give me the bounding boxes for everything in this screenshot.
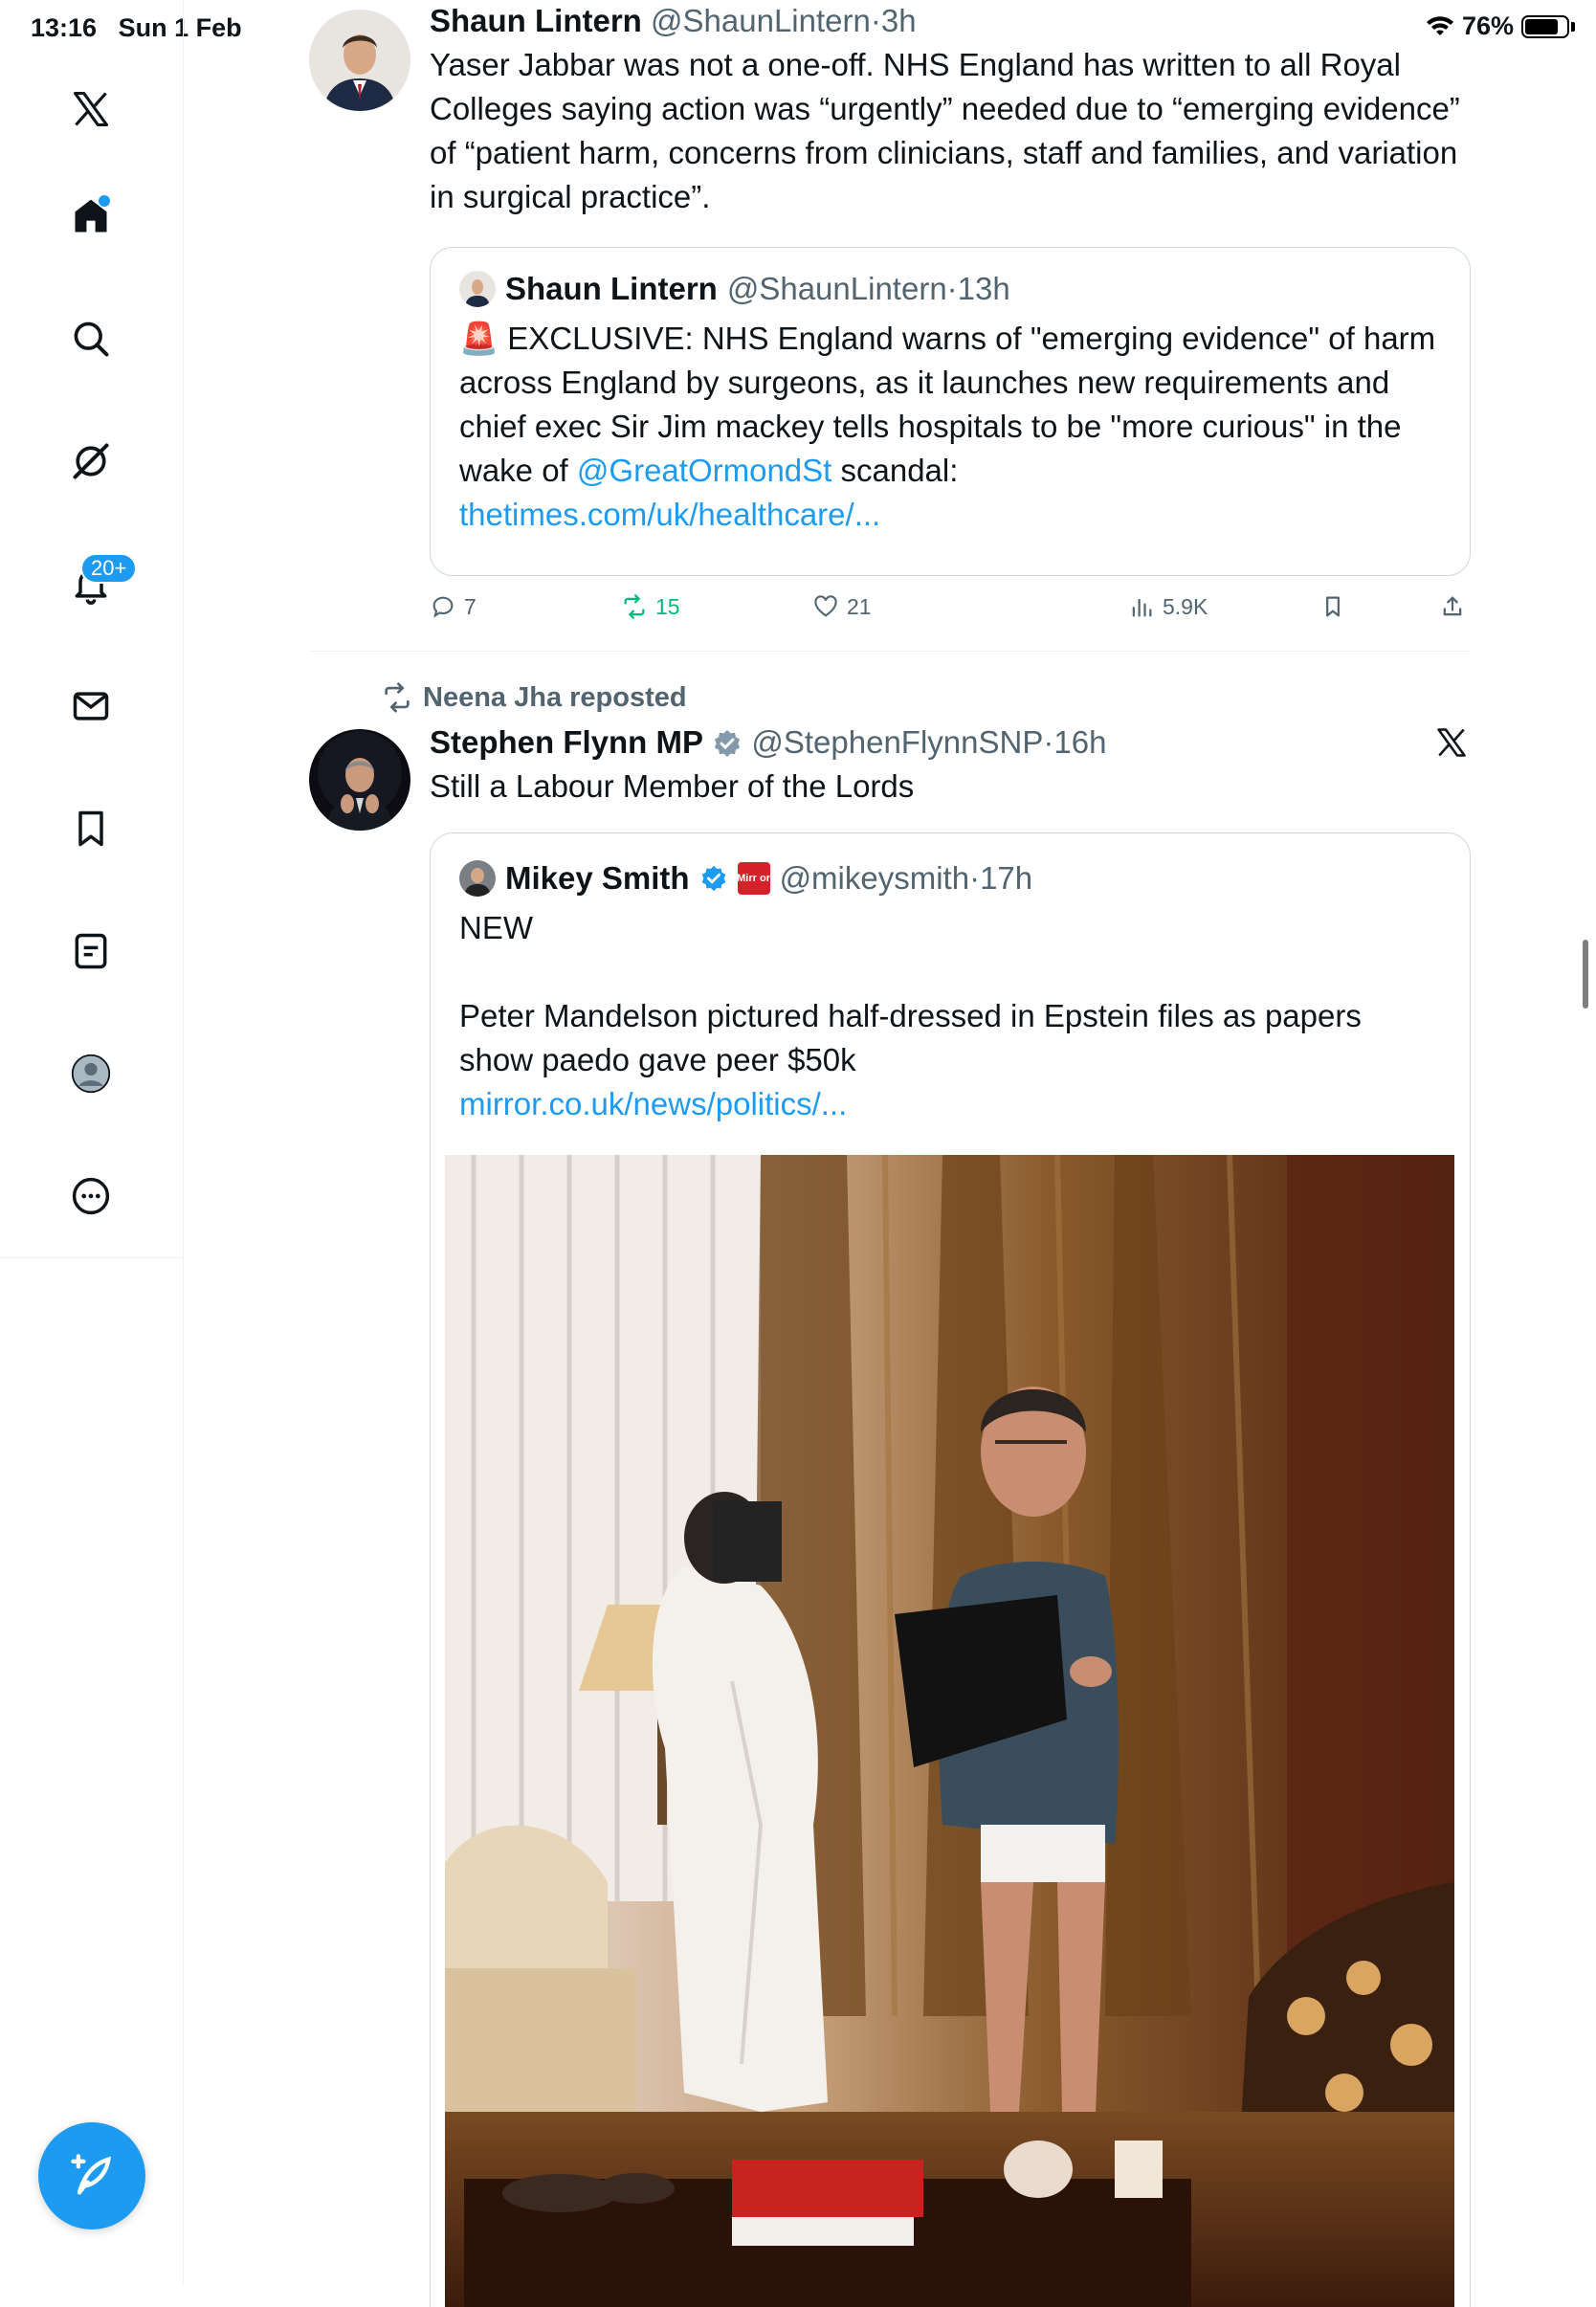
tweet-time[interactable]: 16h — [1053, 724, 1106, 760]
quoted-author-avatar — [459, 860, 496, 897]
heart-icon — [814, 595, 837, 617]
lists-icon[interactable] — [64, 924, 118, 978]
repost-icon — [624, 594, 645, 619]
tweet-text: Yaser Jabbar was not a one-off. NHS Engl… — [430, 47, 1460, 214]
quoted-tweet[interactable]: Shaun Lintern @ShaunLintern·13h 🚨 EXCLUS… — [430, 247, 1471, 576]
compose-post-button[interactable] — [38, 2122, 145, 2229]
quoted-tweet-time: 17h — [980, 860, 1033, 896]
views-count: 5.9K — [1163, 593, 1208, 619]
search-icon[interactable] — [64, 312, 118, 366]
author-name[interactable]: Shaun Lintern — [430, 3, 642, 38]
messages-envelope-icon[interactable] — [64, 679, 118, 733]
more-options-icon[interactable] — [64, 1169, 118, 1223]
profile-avatar-icon[interactable] — [64, 1047, 118, 1100]
x-logo-icon[interactable] — [64, 82, 118, 136]
bookmarks-icon[interactable] — [64, 802, 118, 855]
author-handle[interactable]: @ShaunLintern — [651, 3, 871, 38]
article-link[interactable]: mirror.co.uk/news/politics/... — [459, 1082, 1441, 1126]
reply-icon — [432, 596, 454, 618]
home-icon[interactable] — [64, 189, 118, 243]
bookmark-icon — [1326, 596, 1340, 617]
compose-feather-icon — [71, 2154, 111, 2195]
quoted-tweet-header: Shaun Lintern @ShaunLintern·13h — [459, 271, 1441, 307]
quoted-tweet-time: 13h — [957, 271, 1010, 306]
sidebar: 20+ — [0, 0, 184, 2285]
x-source-icon — [1434, 725, 1469, 765]
tweet-text: Still a Labour Member of the Lords — [430, 768, 915, 804]
repost-count: 15 — [655, 593, 680, 619]
repost-context[interactable]: Neena Jha reposted — [381, 681, 687, 714]
reply-count: 7 — [464, 593, 477, 619]
author-avatar[interactable] — [309, 729, 410, 831]
grok-icon[interactable] — [64, 434, 118, 488]
like-count: 21 — [847, 593, 872, 619]
repost-button[interactable]: 15 — [621, 593, 680, 620]
views-button[interactable]: 5.9K — [1128, 593, 1208, 620]
verified-badge-icon — [715, 730, 741, 757]
author-name[interactable]: Stephen Flynn MP — [430, 724, 703, 760]
quoted-author-name: Mikey Smith — [505, 860, 690, 896]
like-button[interactable]: 21 — [812, 593, 872, 620]
quoted-author-handle: @ShaunLintern — [726, 271, 947, 306]
quoted-tweet-text: Peter Mandelson pictured half-dressed in… — [459, 998, 1362, 1077]
article-link[interactable]: thetimes.com/uk/healthcare/... — [459, 497, 880, 532]
quoted-author-avatar — [459, 271, 496, 307]
tweet[interactable]: Shaun Lintern @ShaunLintern·3h Yaser Jab… — [309, 0, 1471, 652]
quoted-author-name: Shaun Lintern — [505, 271, 718, 306]
repost-icon — [385, 682, 410, 713]
quoted-tweet-header: Mikey Smith Mirr or @mikeysmith·17h — [459, 860, 1441, 897]
views-chart-icon — [1132, 598, 1152, 617]
sidebar-divider — [0, 1257, 183, 1258]
notifications-badge: 20+ — [80, 553, 138, 584]
reposted-by-label: Neena Jha reposted — [423, 681, 687, 713]
quoted-tweet[interactable]: Mikey Smith Mirr or @mikeysmith·17h NEW … — [430, 832, 1471, 2307]
mention-link[interactable]: @GreatOrmondSt — [577, 453, 831, 488]
share-icon — [1443, 596, 1462, 616]
author-handle[interactable]: @StephenFlynnSNP — [751, 724, 1043, 760]
share-button[interactable] — [1439, 593, 1466, 620]
home-notification-dot — [99, 195, 110, 207]
tweet[interactable]: Neena Jha reposted Stephen Flynn MP @Ste… — [309, 670, 1471, 2307]
quoted-tweet-photo[interactable] — [445, 1155, 1454, 2307]
quoted-author-handle: @mikeysmith — [779, 860, 970, 896]
tweet-divider — [309, 651, 1471, 652]
quoted-tweet-text: 🚨 EXCLUSIVE: NHS England warns of "emerg… — [459, 321, 1436, 532]
tweet-header: Stephen Flynn MP @StephenFlynnSNP·16h — [430, 724, 1107, 760]
quoted-tweet-line-1: NEW — [459, 910, 533, 945]
battery-icon — [1521, 14, 1569, 38]
verified-badge-icon — [701, 865, 725, 892]
reply-button[interactable]: 7 — [430, 593, 477, 620]
tweet-time[interactable]: 3h — [881, 3, 917, 38]
tweet-header: Shaun Lintern @ShaunLintern·3h — [430, 3, 917, 38]
author-avatar[interactable] — [309, 10, 410, 111]
bookmark-button[interactable] — [1319, 593, 1346, 620]
scrollbar-indicator[interactable] — [1583, 940, 1588, 1009]
affiliate-badge-mirror-icon: Mirr or — [737, 862, 770, 895]
